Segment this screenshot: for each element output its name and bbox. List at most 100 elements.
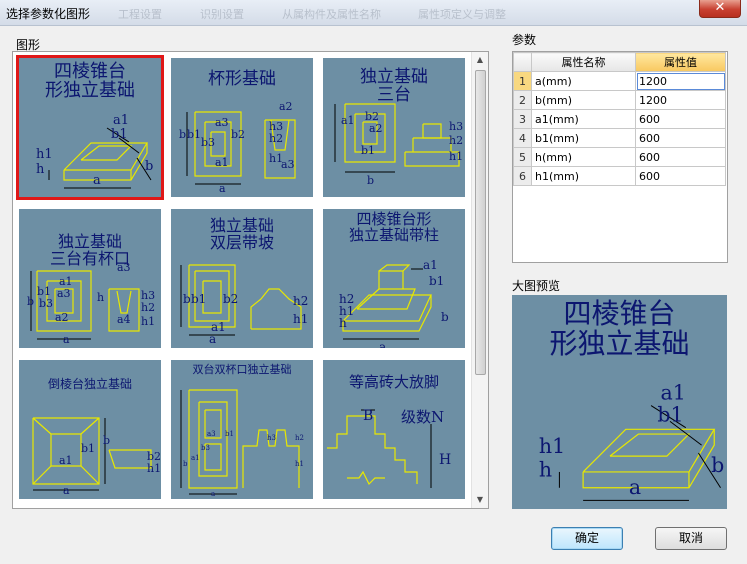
- dimension-label: a1: [59, 454, 73, 467]
- dimension-label: h2: [295, 434, 304, 442]
- ghost-tab: 工程设置: [118, 8, 162, 21]
- row-number: 3: [513, 109, 532, 129]
- scroll-thumb[interactable]: [475, 70, 486, 375]
- dimension-label: a1: [215, 156, 229, 169]
- dimension-label: a3: [207, 430, 216, 438]
- outline-shape: [378, 264, 411, 272]
- param-name: b(mm): [531, 90, 636, 110]
- dimension-label: b: [183, 460, 188, 468]
- thumb-drawing: a3 b3 b1 a1 b h3 h2 h1 a 双台双杯口独立基础: [171, 360, 313, 499]
- outline-shape: [582, 428, 716, 473]
- column-header-value[interactable]: 属性值: [635, 52, 726, 72]
- gallery-item-cup-footing[interactable]: a2 b b1 b3 a3 b2 a a1 h3 h2 h1 a3 杯形基础: [168, 55, 316, 200]
- scroll-up-arrow-icon[interactable]: ▲: [472, 52, 488, 68]
- params-table: 属性名称 属性值 1 a(mm) 1200 2 b(mm) 1200 3 a1(…: [513, 52, 726, 186]
- dimension-label: h1: [293, 312, 308, 326]
- dimension-label: a: [211, 490, 215, 498]
- outline-shape: [32, 417, 52, 435]
- dimension-label: a1: [661, 380, 686, 404]
- param-value-input[interactable]: 1200: [635, 90, 726, 110]
- param-value-input[interactable]: 600: [635, 166, 726, 186]
- dimension-label: h1: [295, 460, 304, 468]
- param-value-input[interactable]: 600: [635, 147, 726, 167]
- gallery-item-double-slope-footing[interactable]: b b1 a1 b2 a h2 h1 独立基础 双层带坡: [168, 206, 316, 351]
- dimension-label: h2: [269, 132, 283, 145]
- param-value-input[interactable]: 600: [635, 128, 726, 148]
- row-number: 6: [513, 166, 532, 186]
- dimension-label: a3: [57, 287, 71, 300]
- dimension-label: a2: [55, 311, 69, 324]
- dimension-label: b1: [187, 128, 201, 141]
- gallery-item-inverted-frustum-footing[interactable]: b1 b a1 a b2 h1 倒棱台独立基础: [16, 357, 164, 502]
- outline-shape: [347, 470, 385, 486]
- params-grid[interactable]: 属性名称 属性值 1 a(mm) 1200 2 b(mm) 1200 3 a1(…: [512, 51, 728, 263]
- param-name: h1(mm): [531, 166, 636, 186]
- shape-gallery[interactable]: a1 b1 h1 h a b 四棱锥台 形独立基础 a2 b b1 b3 a3 b2 a a1 h3 h2 h1 a…: [12, 51, 489, 509]
- footing-drawing: a3 b3 b1 a1b h3 h2 h1 a: [180, 389, 304, 498]
- gallery-item-double-cup-footing[interactable]: a3 b3 b1 a1 b h3 h2 h1 a 双台双杯口独立基础: [168, 357, 316, 502]
- table-row[interactable]: 3 a1(mm) 600: [513, 109, 726, 129]
- thumb-title: 倒棱台独立基础: [47, 377, 132, 391]
- column-header-name[interactable]: 属性名称: [531, 52, 636, 72]
- dimension-label: 级数N: [401, 408, 444, 426]
- dimension-label: b1: [81, 442, 95, 455]
- dimension-label: h2: [141, 301, 155, 314]
- outline-shape: [188, 389, 238, 489]
- table-row[interactable]: 1 a(mm) 1200: [513, 71, 726, 91]
- thumb-title: 独立基础 双层带坡: [209, 216, 274, 253]
- param-value-input[interactable]: 1200: [635, 71, 726, 91]
- row-number: 1: [513, 71, 532, 91]
- table-row[interactable]: 6 h1(mm) 600: [513, 166, 726, 186]
- dimension-label: a: [629, 475, 641, 499]
- thumb-title: 独立基础 三台: [360, 67, 428, 106]
- outline-shape: [413, 137, 452, 152]
- title-bar: 选择参数化图形 工程设置 识别设置 从属构件及属性名称 属性项定义与调整 ✕: [0, 0, 747, 26]
- outline-shape: [80, 465, 100, 485]
- dimension-label: b1: [361, 144, 375, 157]
- ok-button[interactable]: 确定: [551, 527, 623, 550]
- ghost-tab: 识别设置: [200, 8, 244, 21]
- gallery-item-pyramid-footing[interactable]: a1 b1 h1 h a b 四棱锥台 形独立基础: [16, 55, 164, 200]
- gallery-item-brick-footing[interactable]: B 级数N H 等高砖大放脚: [320, 357, 468, 502]
- gallery-item-three-step-footing[interactable]: a1 b2 b1 a2 b h3 h2 h1 独立基础 三台: [320, 55, 468, 200]
- dimension-label: a1: [191, 454, 200, 462]
- dimension-label: b: [183, 292, 191, 306]
- thumb-drawing: a1 b2 b1 a2 b h3 h2 h1 独立基础 三台: [323, 58, 465, 197]
- row-number: 5: [513, 147, 532, 167]
- thumb-drawing: B 级数N H 等高砖大放脚: [323, 360, 465, 499]
- dimension-label: a1: [113, 113, 129, 128]
- thumb-drawing: a1 b1 a3 b3 a2 b a a3 h a4 h3 h2 h1 独立基础 三台有杯口: [19, 209, 161, 348]
- param-value-input[interactable]: 600: [635, 109, 726, 129]
- outline-shape: [63, 142, 149, 171]
- outline-shape: [361, 415, 418, 484]
- dimension-label: a4: [117, 313, 131, 326]
- thumb-title: 杯形基础: [208, 69, 276, 89]
- outline-shape: [63, 143, 148, 181]
- table-row[interactable]: 5 h(mm) 600: [513, 147, 726, 167]
- outline-shape: [80, 145, 133, 161]
- gallery-scrollbar[interactable]: ▲ ▼: [471, 52, 488, 508]
- outline-shape: [32, 465, 52, 485]
- close-button[interactable]: ✕: [699, 0, 741, 18]
- outline-shape: [422, 123, 442, 139]
- large-preview: a1 b1 h1 h a b 四棱锥台 形独立基础: [512, 295, 727, 509]
- dimension-label: b3: [201, 444, 210, 452]
- thumb-drawing: a2 b b1 b3 a3 b2 a a1 h3 h2 h1 a3 杯形基础: [171, 58, 313, 197]
- dimension-label: a3: [215, 116, 229, 129]
- table-row[interactable]: 4 b1(mm) 600: [513, 128, 726, 148]
- dimension-label: b3: [201, 136, 215, 149]
- dimension-label: h: [36, 162, 45, 177]
- dimension-label: a: [209, 332, 216, 346]
- gallery-item-three-step-cup-footing[interactable]: a1 b1 a3 b3 a2 b a a3 h a4 h3 h2 h1 独立基础 三台有杯口: [16, 206, 164, 351]
- dimension-label: b1: [111, 127, 128, 142]
- scroll-down-arrow-icon[interactable]: ▼: [472, 492, 488, 508]
- dimension-label: h2: [449, 134, 463, 147]
- gallery-item-pyramid-footing-with-column[interactable]: a1 b1 h2 h1 h b a 四棱锥台形 独立基础带柱: [320, 206, 468, 351]
- cancel-button[interactable]: 取消: [655, 527, 727, 550]
- dimension-label: h1: [141, 315, 155, 328]
- table-row[interactable]: 2 b(mm) 1200: [513, 90, 726, 110]
- outline-shape: [80, 417, 100, 435]
- dimension-label: h1: [147, 462, 161, 475]
- dimension-label: a: [63, 484, 70, 497]
- dimension-label: b: [711, 453, 724, 477]
